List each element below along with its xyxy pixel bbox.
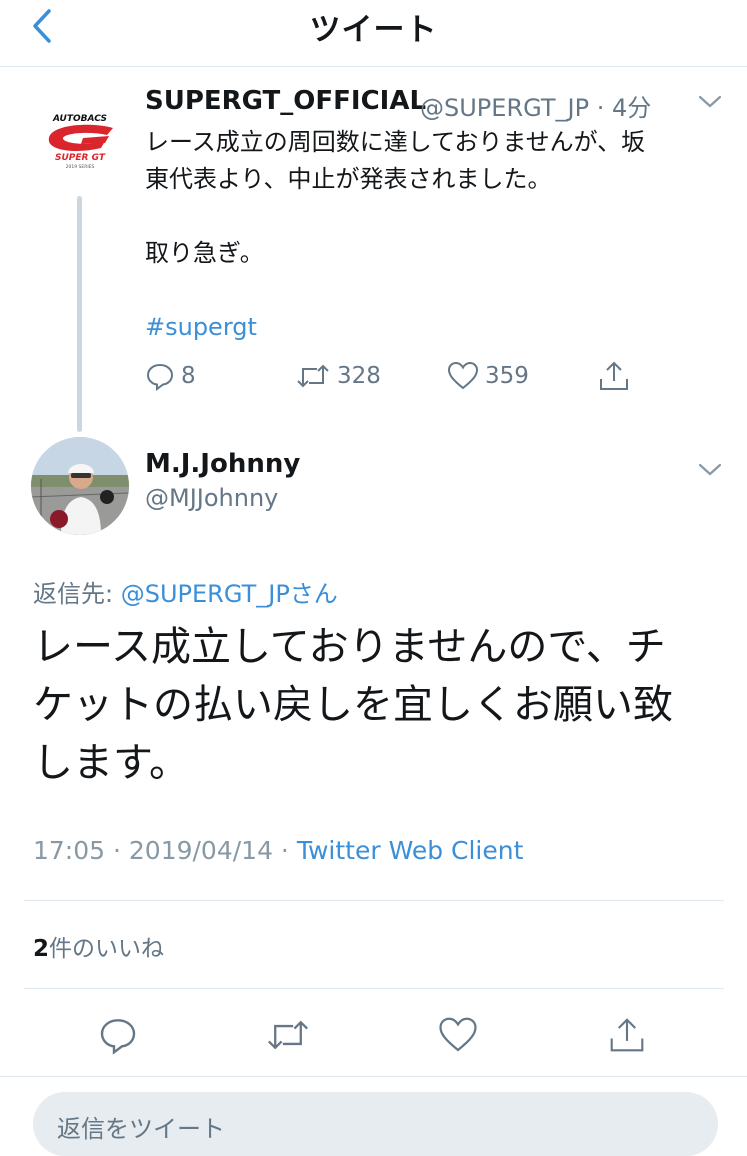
like-icon: [439, 1017, 477, 1052]
tweet-detail-screen: ツイート AUTOBACS SUPER GT 2019 SERIES SUPER…: [0, 0, 747, 1156]
like-button[interactable]: [428, 1005, 488, 1065]
supergt-logo-icon: AUTOBACS SUPER GT 2019 SERIES: [32, 89, 128, 185]
reply-button[interactable]: [88, 1005, 148, 1065]
caret-down-icon: [698, 95, 722, 108]
reply-tweet-actions: [0, 1005, 747, 1065]
parent-tweet-menu-button[interactable]: [695, 90, 725, 114]
share-icon: [600, 361, 628, 390]
caret-down-icon: [698, 463, 722, 476]
parent-author-name[interactable]: SUPERGT_OFFICIAL: [145, 86, 426, 116]
reply-composer-bar: 返信をツイート: [0, 1076, 747, 1156]
svg-text:SUPER GT: SUPER GT: [55, 153, 106, 163]
like-icon: [447, 361, 479, 390]
parent-retweet-count: 328: [337, 363, 381, 389]
reply-icon: [100, 1019, 136, 1055]
parent-like-button[interactable]: 359: [447, 354, 529, 398]
client-link[interactable]: Twitter Web Client: [297, 836, 524, 865]
nav-header: ツイート: [0, 0, 747, 67]
reply-to-mention-link[interactable]: @SUPERGT_JPさん: [121, 580, 338, 608]
parent-text-line: 東代表より、中止が発表されました。: [145, 165, 552, 193]
svg-text:2019 SERIES: 2019 SERIES: [66, 164, 95, 170]
parent-share-button[interactable]: [597, 354, 637, 398]
reply-author-handle: @MJJohnny: [145, 484, 279, 512]
parent-like-count: 359: [485, 363, 529, 389]
reply-text-line: します。: [33, 740, 189, 786]
tweet-meta: 17:05 · 2019/04/14 · Twitter Web Client: [33, 836, 523, 865]
parent-tweet-text: レース成立の周回数に達しておりませんが、坂 東代表より、中止が発表されました。 …: [145, 124, 715, 346]
retweet-button[interactable]: [258, 1005, 318, 1065]
tweet-timestamp: 17:05 · 2019/04/14 ·: [33, 836, 297, 865]
share-button[interactable]: [597, 1005, 657, 1065]
parent-tweet-actions: 8 328 359: [145, 354, 665, 398]
reply-icon: [146, 363, 174, 391]
parent-text-line: 取り急ぎ。: [145, 239, 264, 267]
likes-summary[interactable]: 2件のいいね: [33, 929, 164, 963]
divider: [24, 900, 724, 901]
reply-text-line: レース成立しておりませんので、チ: [33, 624, 666, 670]
likes-label: 件のいいね: [49, 936, 165, 962]
retweet-icon: [297, 364, 329, 388]
user-photo-icon: [31, 437, 129, 535]
parent-retweet-button[interactable]: 328: [295, 354, 381, 398]
thread-connector-line: [77, 196, 82, 432]
reply-input[interactable]: 返信をツイート: [33, 1092, 718, 1156]
parent-text-line: [145, 272, 715, 309]
reply-to-label: 返信先:: [33, 580, 121, 608]
likes-count: 2: [33, 936, 50, 962]
divider: [24, 988, 724, 989]
svg-text:AUTOBACS: AUTOBACS: [52, 114, 107, 124]
page-title: ツイート: [309, 12, 438, 48]
reply-author-name[interactable]: M.J.Johnny: [145, 449, 300, 479]
hashtag-link[interactable]: #supergt: [145, 309, 715, 346]
share-icon: [610, 1018, 644, 1052]
reply-to-line: 返信先: @SUPERGT_JPさん: [33, 574, 338, 609]
parent-author-handle-time: @SUPERGT_JP · 4分: [420, 94, 652, 122]
parent-text-line: レース成立の周回数に達しておりませんが、坂: [145, 128, 646, 156]
parent-reply-button[interactable]: 8: [145, 354, 196, 398]
reply-text-line: ケットの払い戻しを宜しくお願い致: [33, 682, 673, 728]
mjjohnny-avatar[interactable]: [31, 437, 129, 535]
parent-text-line: [145, 198, 715, 235]
supergt-avatar[interactable]: AUTOBACS SUPER GT 2019 SERIES: [31, 88, 129, 186]
reply-tweet-text: レース成立しておりませんので、チ ケットの払い戻しを宜しくお願い致 します。: [33, 618, 723, 792]
reply-tweet-menu-button[interactable]: [695, 458, 725, 482]
parent-reply-count: 8: [181, 363, 196, 389]
retweet-icon: [268, 1020, 308, 1050]
